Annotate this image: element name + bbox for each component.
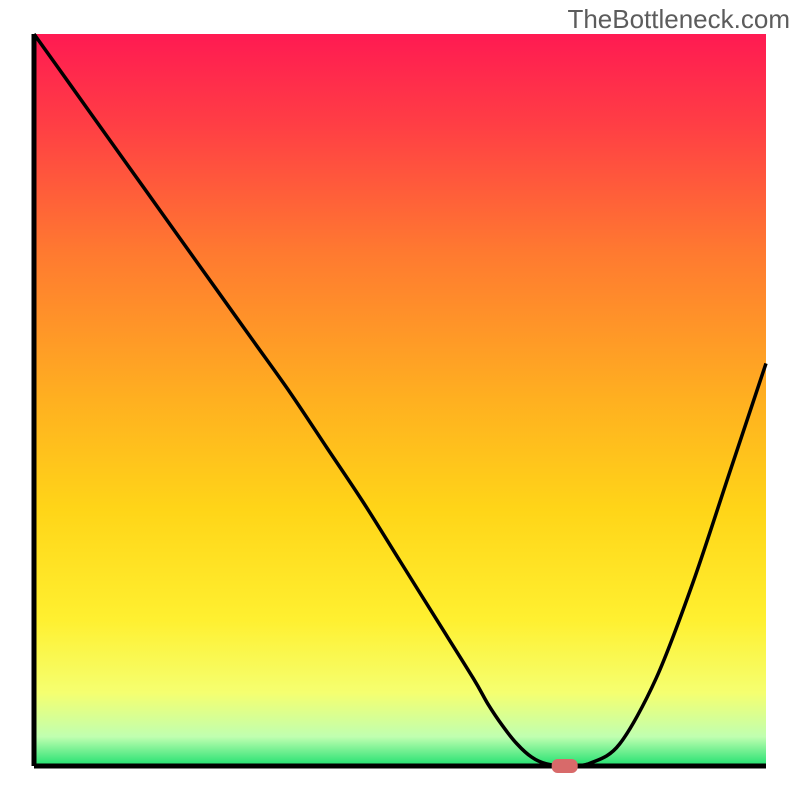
plot-background bbox=[34, 34, 766, 766]
bottleneck-chart bbox=[0, 0, 800, 800]
chart-container: TheBottleneck.com bbox=[0, 0, 800, 800]
optimal-marker bbox=[552, 759, 578, 773]
watermark-text: TheBottleneck.com bbox=[567, 4, 790, 35]
